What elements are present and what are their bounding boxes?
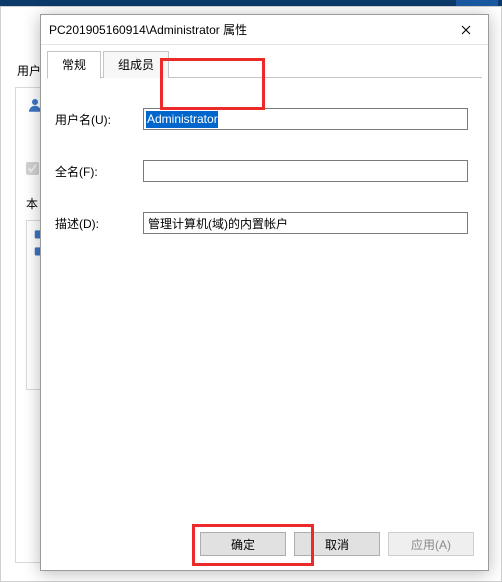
label-fullname: 全名(F): — [55, 163, 143, 180]
tab-member-of[interactable]: 组成员 — [103, 51, 169, 78]
properties-dialog: PC201905160914\Administrator 属性 常规 组成员 用… — [40, 14, 489, 571]
tab-content-general: 用户名(U): Administrator 全名(F): 描述(D): — [41, 78, 488, 522]
close-button[interactable] — [443, 15, 488, 45]
label-username: 用户名(U): — [55, 111, 143, 128]
ok-button[interactable]: 确定 — [200, 532, 286, 556]
dialog-title: PC201905160914\Administrator 属性 — [49, 21, 443, 38]
tab-bar: 常规 组成员 — [41, 45, 488, 78]
cancel-button[interactable]: 取消 — [294, 532, 380, 556]
close-icon — [461, 25, 471, 35]
tab-general[interactable]: 常规 — [47, 51, 101, 79]
description-field[interactable] — [143, 212, 468, 234]
dialog-footer: 确定 取消 应用(A) — [41, 522, 488, 570]
username-field[interactable]: Administrator — [143, 108, 468, 130]
parent-checkbox — [26, 162, 39, 175]
dialog-titlebar: PC201905160914\Administrator 属性 — [41, 15, 488, 45]
label-description: 描述(D): — [55, 215, 143, 232]
parent-label-users: 用户 — [17, 62, 41, 79]
fullname-field[interactable] — [143, 160, 468, 182]
apply-button[interactable]: 应用(A) — [388, 532, 474, 556]
username-value-selected: Administrator — [146, 111, 218, 128]
